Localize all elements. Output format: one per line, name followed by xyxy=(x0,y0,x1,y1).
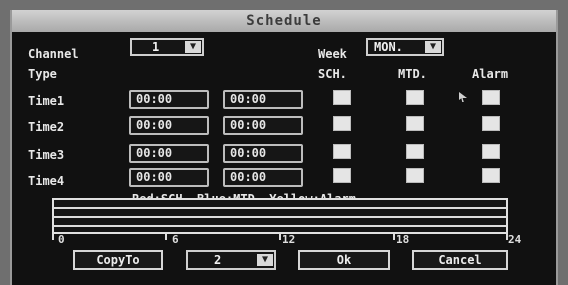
week-select[interactable]: MON. ▼ xyxy=(366,38,444,56)
time2-sch-checkbox[interactable] xyxy=(333,116,351,131)
time4-mtd-checkbox[interactable] xyxy=(406,168,424,183)
week-label: Week xyxy=(318,47,347,61)
time3-start-input[interactable]: 00:00 xyxy=(129,144,209,163)
time2-start-input[interactable]: 00:00 xyxy=(129,116,209,135)
time3-label: Time3 xyxy=(28,148,65,162)
time4-start-input[interactable]: 00:00 xyxy=(129,168,209,187)
dialog-title: Schedule xyxy=(12,10,556,32)
axis-label-0: 0 xyxy=(58,233,65,246)
mouse-pointer-icon xyxy=(459,92,467,102)
mtd-header: MTD. xyxy=(398,67,427,81)
time1-alarm-checkbox[interactable] xyxy=(482,90,500,105)
chevron-down-icon[interactable]: ▼ xyxy=(185,41,201,53)
type-label: Type xyxy=(28,67,57,81)
time1-start-input[interactable]: 00:00 xyxy=(129,90,209,109)
schedule-timeline xyxy=(52,198,508,234)
time3-mtd-checkbox[interactable] xyxy=(406,144,424,159)
axis-tick xyxy=(52,234,54,240)
chevron-down-icon[interactable]: ▼ xyxy=(257,254,273,266)
time1-sch-checkbox[interactable] xyxy=(333,90,351,105)
time3-end-input[interactable]: 00:00 xyxy=(223,144,303,163)
axis-tick xyxy=(165,234,167,240)
time1-label: Time1 xyxy=(28,94,65,108)
time1-end-input[interactable]: 00:00 xyxy=(223,90,303,109)
time4-sch-checkbox[interactable] xyxy=(333,168,351,183)
copy-channel-value: 2 xyxy=(214,253,222,267)
channel-label: Channel xyxy=(28,47,79,61)
time1-mtd-checkbox[interactable] xyxy=(406,90,424,105)
time2-alarm-checkbox[interactable] xyxy=(482,116,500,131)
sch-header: SCH. xyxy=(318,67,347,81)
cancel-button[interactable]: Cancel xyxy=(412,250,508,270)
axis-label-18: 18 xyxy=(396,233,410,246)
axis-label-24: 24 xyxy=(508,233,522,246)
copy-to-button[interactable]: CopyTo xyxy=(73,250,163,270)
chevron-down-icon[interactable]: ▼ xyxy=(425,41,441,53)
time4-label: Time4 xyxy=(28,174,65,188)
time4-end-input[interactable]: 00:00 xyxy=(223,168,303,187)
copy-channel-select[interactable]: 2 ▼ xyxy=(186,250,276,270)
timeline-band-mtd xyxy=(54,216,506,218)
time2-mtd-checkbox[interactable] xyxy=(406,116,424,131)
ok-button[interactable]: Ok xyxy=(298,250,390,270)
week-value: MON. xyxy=(374,40,403,54)
axis-tick xyxy=(393,234,395,240)
time3-alarm-checkbox[interactable] xyxy=(482,144,500,159)
channel-select[interactable]: 1 ▼ xyxy=(130,38,204,56)
channel-value: 1 xyxy=(152,40,160,54)
timeline-band-alarm xyxy=(54,225,506,227)
time3-sch-checkbox[interactable] xyxy=(333,144,351,159)
time4-alarm-checkbox[interactable] xyxy=(482,168,500,183)
time2-end-input[interactable]: 00:00 xyxy=(223,116,303,135)
alarm-header: Alarm xyxy=(472,67,509,81)
axis-tick xyxy=(279,234,281,240)
time2-label: Time2 xyxy=(28,120,65,134)
axis-label-6: 6 xyxy=(172,233,179,246)
axis-label-12: 12 xyxy=(282,233,296,246)
timeline-band-sch xyxy=(54,207,506,209)
